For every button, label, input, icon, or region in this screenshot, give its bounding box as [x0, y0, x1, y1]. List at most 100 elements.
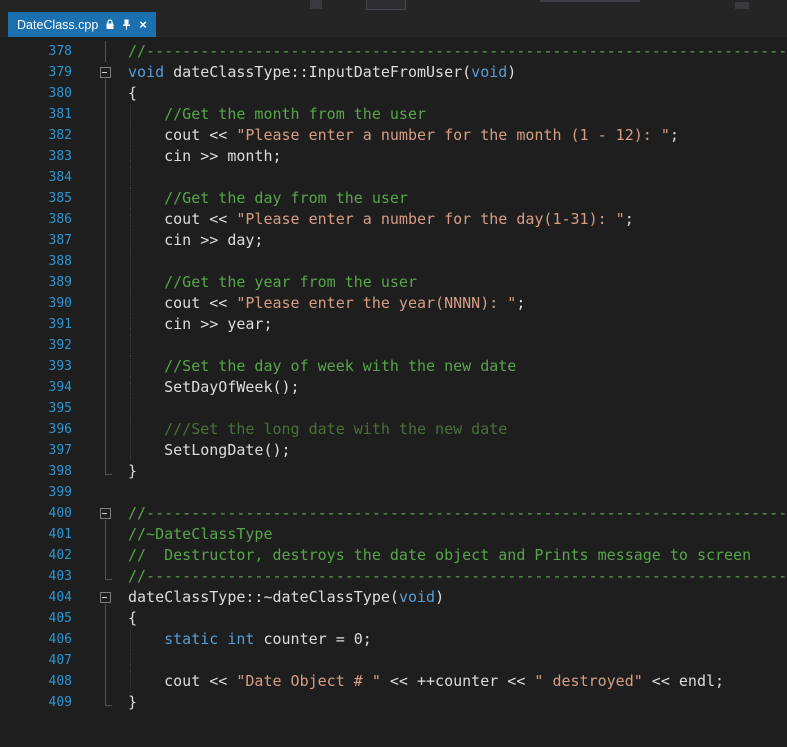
code-line[interactable]: 384	[0, 167, 787, 188]
collapse-minus-icon[interactable]	[100, 592, 111, 603]
code-line[interactable]: 398}	[0, 461, 787, 482]
line-number: 401	[48, 527, 72, 542]
code-text	[122, 251, 787, 272]
fold-margin	[76, 272, 122, 293]
code-line[interactable]: 402 // Destructor, destroys the date obje…	[0, 545, 787, 566]
code-line[interactable]: 379 void dateClassType::InputDateFromUser…	[0, 62, 787, 83]
fold-margin	[76, 608, 122, 629]
line-number: 394	[48, 380, 72, 395]
fold-margin	[76, 146, 122, 167]
code-line[interactable]: 392	[0, 335, 787, 356]
fold-margin	[76, 188, 122, 209]
code-line[interactable]: 382 cout << "Please enter a number for t…	[0, 125, 787, 146]
line-number: 406	[48, 632, 72, 647]
line-number: 395	[48, 401, 72, 416]
fold-margin	[76, 314, 122, 335]
line-number: 381	[48, 107, 72, 122]
tab-bar: DateClass.cpp ×	[0, 12, 787, 37]
line-number: 387	[48, 233, 72, 248]
fold-margin	[76, 356, 122, 377]
code-text: //--------------------------------------…	[128, 42, 787, 60]
code-text: //--------------------------------------…	[128, 504, 787, 522]
code-text: //~DateClassType	[128, 525, 273, 543]
code-line[interactable]: 393 //Set the day of week with the new d…	[0, 356, 787, 377]
code-line[interactable]: 400 //-----------------------------------…	[0, 503, 787, 524]
line-number: 388	[48, 254, 72, 269]
line-number: 380	[48, 86, 72, 101]
code-line[interactable]: 395	[0, 398, 787, 419]
fold-margin	[76, 83, 122, 104]
fold-margin	[76, 41, 122, 62]
code-text: // Destructor, destroys the date object …	[128, 546, 752, 564]
lock-icon	[105, 19, 115, 30]
code-line[interactable]: 403 //-----------------------------------…	[0, 566, 787, 587]
code-line[interactable]: 385 //Get the day from the user	[0, 188, 787, 209]
code-text: ///Set the long date with the new date	[122, 419, 787, 440]
line-number: 392	[48, 338, 72, 353]
line-number: 386	[48, 212, 72, 227]
fold-margin	[76, 671, 122, 692]
fold-margin	[76, 230, 122, 251]
code-lines-container: 378 //-----------------------------------…	[0, 37, 787, 713]
code-editor[interactable]: 378 //-----------------------------------…	[0, 37, 787, 747]
fold-margin	[76, 209, 122, 230]
line-number: 391	[48, 317, 72, 332]
code-line[interactable]: 397 SetLongDate();	[0, 440, 787, 461]
code-line[interactable]: 391 cin >> year;	[0, 314, 787, 335]
code-line[interactable]: 406 static int counter = 0;	[0, 629, 787, 650]
code-line[interactable]: 389 //Get the year from the user	[0, 272, 787, 293]
fold-margin	[76, 335, 122, 356]
line-number: 407	[48, 653, 72, 668]
code-line[interactable]: 378 //-----------------------------------…	[0, 41, 787, 62]
code-text: cout << "Date Object # " << ++counter <<…	[122, 671, 787, 692]
code-line[interactable]: 405 {	[0, 608, 787, 629]
code-line[interactable]: 394 SetDayOfWeek();	[0, 377, 787, 398]
collapse-minus-icon[interactable]	[100, 508, 111, 519]
collapse-minus-icon[interactable]	[100, 67, 111, 78]
line-number: 397	[48, 443, 72, 458]
code-text: static int counter = 0;	[122, 629, 787, 650]
code-line[interactable]: 404 dateClassType::~dateClassType(void)	[0, 587, 787, 608]
code-text: SetDayOfWeek();	[122, 377, 787, 398]
line-number: 396	[48, 422, 72, 437]
pin-icon[interactable]	[122, 19, 131, 30]
code-line[interactable]: 387 cin >> day;	[0, 230, 787, 251]
line-number: 409	[48, 695, 72, 710]
tab-dateclass-cpp[interactable]: DateClass.cpp ×	[8, 12, 156, 37]
line-number: 389	[48, 275, 72, 290]
code-line[interactable]: 388	[0, 251, 787, 272]
code-text: cout << "Please enter a number for the m…	[122, 125, 787, 146]
code-text: cin >> month;	[122, 146, 787, 167]
fold-margin	[76, 503, 122, 524]
code-line[interactable]: 383 cin >> month;	[0, 146, 787, 167]
fold-margin	[76, 377, 122, 398]
code-line[interactable]: 399	[0, 482, 787, 503]
fold-margin	[76, 167, 122, 188]
line-number: 408	[48, 674, 72, 689]
code-line[interactable]: 409}	[0, 692, 787, 713]
code-line[interactable]: 407	[0, 650, 787, 671]
code-text: cout << "Please enter a number for the d…	[122, 209, 787, 230]
fold-margin	[76, 524, 122, 545]
code-text	[122, 335, 787, 356]
code-text: //Get the year from the user	[122, 272, 787, 293]
code-text: //Get the month from the user	[122, 104, 787, 125]
tab-title: DateClass.cpp	[17, 17, 99, 32]
code-text: //Get the day from the user	[122, 188, 787, 209]
close-icon[interactable]: ×	[139, 18, 147, 31]
code-line[interactable]: 401 //~DateClassType	[0, 524, 787, 545]
fold-margin	[76, 482, 122, 503]
code-text: //--------------------------------------…	[128, 567, 787, 585]
fold-margin	[76, 419, 122, 440]
code-line[interactable]: 408 cout << "Date Object # " << ++counte…	[0, 671, 787, 692]
code-line[interactable]: 386 cout << "Please enter a number for t…	[0, 209, 787, 230]
code-text: {	[128, 609, 138, 627]
code-line[interactable]: 390 cout << "Please enter the year(NNNN)…	[0, 293, 787, 314]
code-text: cin >> year;	[122, 314, 787, 335]
code-text: }	[128, 693, 138, 711]
code-line[interactable]: 396 ///Set the long date with the new da…	[0, 419, 787, 440]
code-line[interactable]: 380 {	[0, 83, 787, 104]
line-number: 400	[48, 506, 72, 521]
line-number: 398	[48, 464, 72, 479]
code-line[interactable]: 381 //Get the month from the user	[0, 104, 787, 125]
